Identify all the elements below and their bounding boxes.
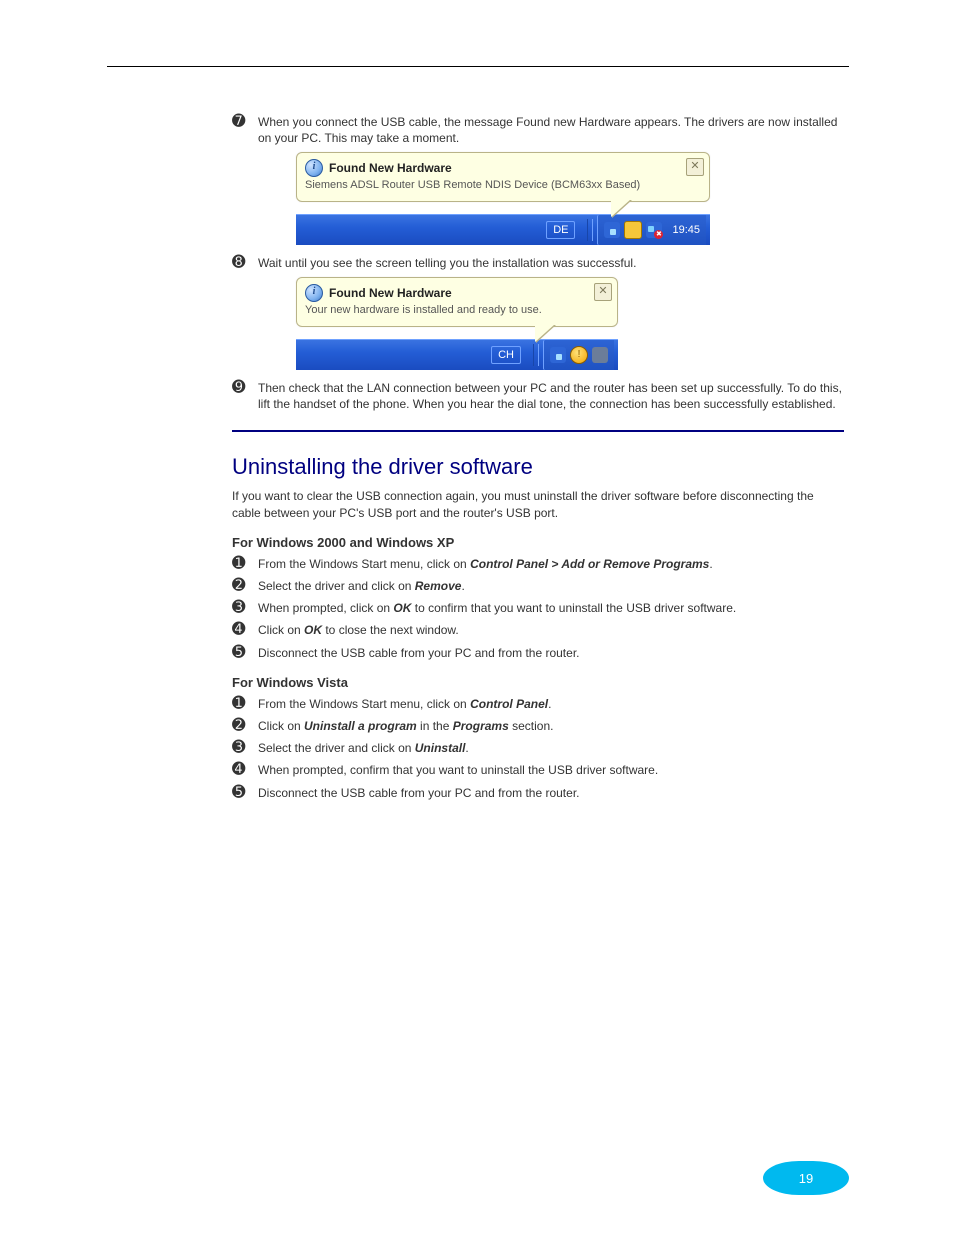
system-tray-2: ! (543, 340, 614, 370)
network-icon[interactable] (604, 222, 620, 238)
vista-step-3: ➌ Select the driver and click on Uninsta… (232, 740, 844, 756)
screenshot-found-new-hardware-2: ✕ i Found New Hardware Your new hardware… (296, 277, 844, 370)
xp-step-1: ➊ From the Windows Start menu, click on … (232, 556, 844, 572)
tray-separator-icon (533, 344, 539, 366)
alert-icon[interactable]: ! (570, 346, 588, 364)
bullet-9-icon: ➒ (232, 380, 258, 396)
page-rule-top (107, 66, 849, 67)
bullet-3-icon: ➌ (232, 740, 258, 756)
network-icon[interactable] (550, 347, 566, 363)
bullet-2-icon: ➋ (232, 718, 258, 734)
step-9-text: Then check that the LAN connection betwe… (258, 380, 844, 412)
bullet-4-icon: ➍ (232, 622, 258, 638)
balloon-tooltip-2: ✕ i Found New Hardware Your new hardware… (296, 277, 618, 327)
clock: 19:45 (672, 224, 700, 236)
taskbar-1: DE 19:45 (296, 214, 710, 245)
button-name: Remove (415, 579, 462, 593)
menu-path: Control Panel > Add or Remove Programs (470, 557, 709, 571)
security-shield-icon[interactable] (624, 221, 642, 239)
bullet-2-icon: ➋ (232, 578, 258, 594)
page-number-badge: 19 (763, 1161, 849, 1195)
button-name: OK (393, 601, 411, 615)
step-9: ➒ Then check that the LAN connection bet… (232, 380, 844, 412)
close-icon[interactable]: ✕ (686, 158, 704, 176)
xp-step-1-text: From the Windows Start menu, click on Co… (258, 556, 844, 572)
button-name: OK (304, 623, 322, 637)
vista-step-5-text: Disconnect the USB cable from your PC an… (258, 785, 844, 801)
bullet-8-icon: ➑ (232, 255, 258, 271)
xp-step-5: ➎ Disconnect the USB cable from your PC … (232, 645, 844, 661)
main-content: ➐ When you connect the USB cable, the me… (232, 110, 844, 807)
vista-step-3-text: Select the driver and click on Uninstall… (258, 740, 844, 756)
vista-step-2: ➋ Click on Uninstall a program in the Pr… (232, 718, 844, 734)
balloon-tooltip-1: ✕ i Found New Hardware Siemens ADSL Rout… (296, 152, 710, 202)
balloon-1-title: Found New Hardware (329, 161, 452, 175)
info-icon: i (305, 159, 323, 177)
vista-step-2-text: Click on Uninstall a program in the Prog… (258, 718, 844, 734)
network-disconnected-icon[interactable] (646, 222, 662, 238)
tray-separator-icon (587, 219, 593, 241)
subheading-vista: For Windows Vista (232, 675, 844, 690)
language-indicator[interactable]: DE (546, 221, 575, 239)
vista-step-1-text: From the Windows Start menu, click on Co… (258, 696, 844, 712)
screenshot-found-new-hardware-1: ✕ i Found New Hardware Siemens ADSL Rout… (296, 152, 844, 245)
vista-step-1: ➊ From the Windows Start menu, click on … (232, 696, 844, 712)
step-8: ➑ Wait until you see the screen telling … (232, 255, 844, 271)
system-tray-1: 19:45 (597, 215, 706, 245)
vista-step-5: ➎ Disconnect the USB cable from your PC … (232, 785, 844, 801)
balloon-tail-icon (535, 324, 555, 342)
bullet-1-icon: ➊ (232, 696, 258, 712)
xp-step-5-text: Disconnect the USB cable from your PC an… (258, 645, 844, 661)
balloon-tail-icon (611, 199, 631, 217)
step-8-text: Wait until you see the screen telling yo… (258, 255, 844, 271)
bullet-4-icon: ➍ (232, 762, 258, 778)
xp-step-4-text: Click on OK to close the next window. (258, 622, 844, 638)
close-icon[interactable]: ✕ (594, 283, 612, 301)
xp-step-2-text: Select the driver and click on Remove. (258, 578, 844, 594)
step-7-text: When you connect the USB cable, the mess… (258, 114, 844, 146)
button-name: Uninstall (415, 741, 466, 755)
section-divider (232, 430, 844, 432)
section-intro-text: If you want to clear the USB connection … (232, 488, 844, 520)
bullet-1-icon: ➊ (232, 556, 258, 572)
section-name: Programs (453, 719, 509, 733)
section-title-uninstall: Uninstalling the driver software (232, 454, 844, 480)
bullet-5-icon: ➎ (232, 785, 258, 801)
bullet-7-icon: ➐ (232, 114, 258, 130)
info-icon: i (305, 284, 323, 302)
xp-step-3-text: When prompted, click on OK to confirm th… (258, 600, 844, 616)
bullet-5-icon: ➎ (232, 645, 258, 661)
section-intro: If you want to clear the USB connection … (232, 488, 844, 520)
balloon-1-body: Siemens ADSL Router USB Remote NDIS Devi… (305, 179, 701, 193)
usb-device-icon[interactable] (592, 347, 608, 363)
bullet-3-icon: ➌ (232, 600, 258, 616)
vista-step-4-text: When prompted, confirm that you want to … (258, 762, 844, 778)
menu-path: Control Panel (470, 697, 548, 711)
balloon-2-body: Your new hardware is installed and ready… (305, 304, 609, 318)
xp-step-2: ➋ Select the driver and click on Remove. (232, 578, 844, 594)
language-indicator[interactable]: CH (491, 346, 521, 364)
balloon-2-title: Found New Hardware (329, 286, 452, 300)
vista-step-4: ➍ When prompted, confirm that you want t… (232, 762, 844, 778)
subheading-xp: For Windows 2000 and Windows XP (232, 535, 844, 550)
step-7: ➐ When you connect the USB cable, the me… (232, 114, 844, 146)
link-name: Uninstall a program (304, 719, 417, 733)
xp-step-3: ➌ When prompted, click on OK to confirm … (232, 600, 844, 616)
taskbar-2: CH ! (296, 339, 618, 370)
xp-step-4: ➍ Click on OK to close the next window. (232, 622, 844, 638)
